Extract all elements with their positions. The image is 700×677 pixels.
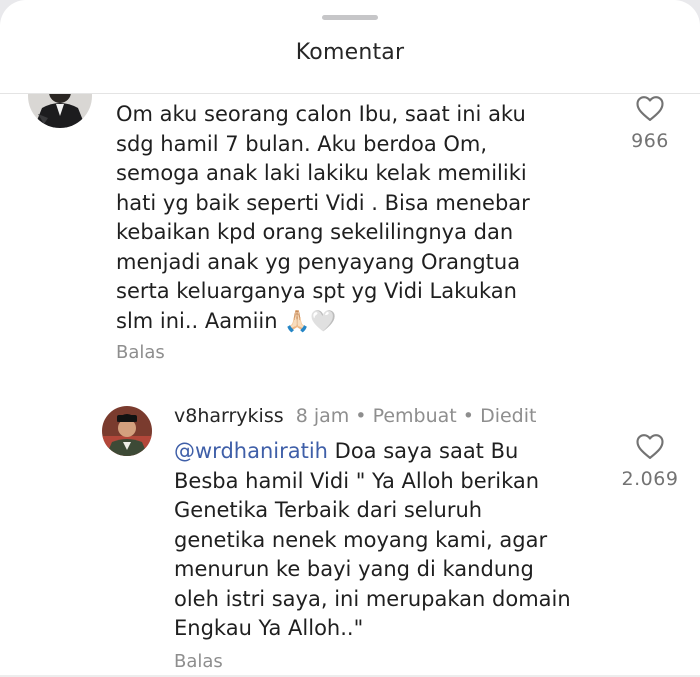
comment-list[interactable]: Om aku seorang calon Ibu, saat ini aku s… <box>0 94 700 677</box>
mention-link[interactable]: @wrdhaniratih <box>174 439 328 463</box>
separator-dot: • <box>462 405 475 427</box>
reply-button[interactable]: Balas <box>116 342 165 363</box>
comment-text-rest: Besba hamil Vidi " Ya Alloh berikan Gene… <box>174 468 571 641</box>
comment-meta: v8harrykiss 8 jam • Pembuat • Diedit <box>174 405 536 427</box>
like-block: 966 <box>610 94 690 152</box>
reply-button[interactable]: Balas <box>174 651 223 672</box>
comment-text: @wrdhaniratih Doa saya saat Bu Besba ham… <box>174 437 571 644</box>
edited-label: Diedit <box>480 405 537 427</box>
avatar[interactable] <box>102 406 152 456</box>
sheet-title: Komentar <box>295 40 405 65</box>
comments-sheet: Komentar Om aku seorang calon Ibu, saat … <box>0 0 700 677</box>
creator-badge: Pembuat <box>372 405 457 427</box>
like-block: 2.069 <box>610 432 690 490</box>
heart-icon[interactable] <box>635 94 665 122</box>
username[interactable]: v8harrykiss <box>174 405 284 427</box>
separator-dot: • <box>355 405 367 427</box>
comment-text-first-line: Doa saya saat Bu <box>327 439 519 463</box>
avatar[interactable] <box>28 94 92 128</box>
like-count: 2.069 <box>621 468 679 490</box>
like-count: 966 <box>631 130 669 152</box>
heart-icon[interactable] <box>635 432 665 460</box>
drag-handle[interactable] <box>322 15 378 20</box>
timestamp: 8 jam <box>295 405 350 427</box>
comment-text: Om aku seorang calon Ibu, saat ini aku s… <box>116 102 530 333</box>
